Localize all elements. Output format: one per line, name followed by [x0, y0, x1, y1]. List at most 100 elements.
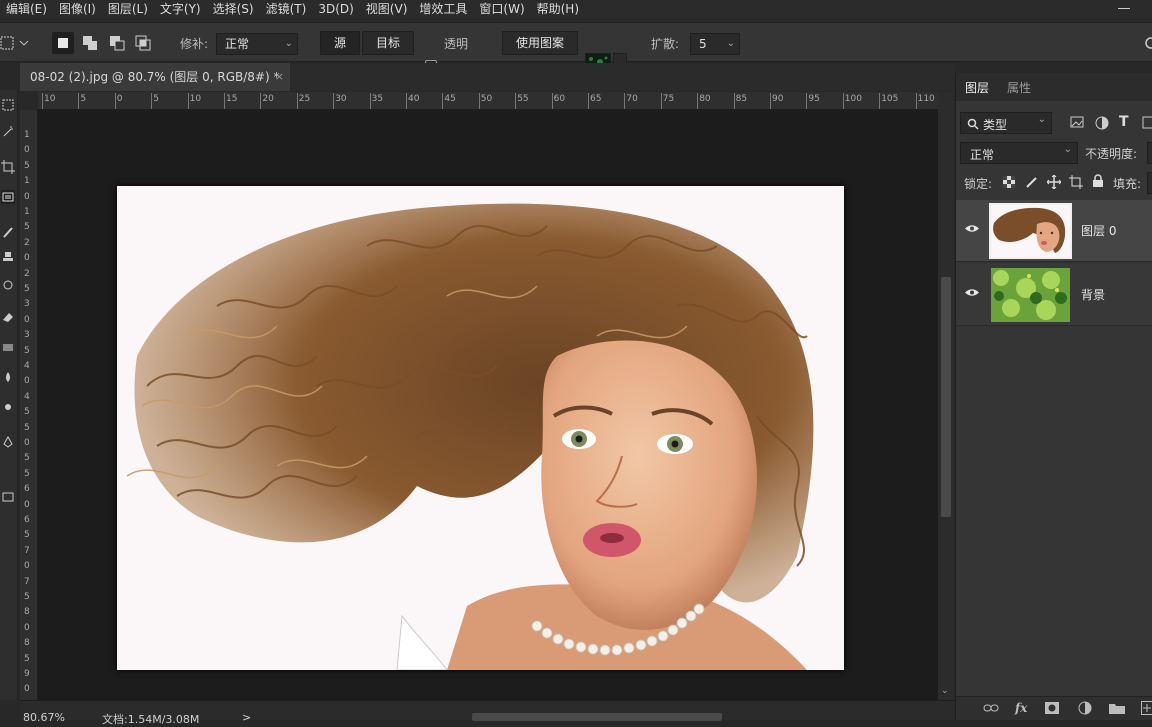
selection-new-icon[interactable]: [52, 32, 74, 54]
brush-tool-icon[interactable]: [1, 225, 15, 239]
document-tab[interactable]: 08-02 (2).jpg @ 80.7% (图层 0, RGB/8#) * ×: [20, 63, 290, 91]
ruler-label: 75: [663, 94, 674, 104]
patch-tool-preset-icon[interactable]: [0, 34, 30, 52]
ruler-label: 5: [24, 222, 34, 232]
ruler-tick: [370, 93, 371, 109]
patch-mode-select[interactable]: 正常 ⌄: [216, 33, 298, 55]
ruler-tick: [442, 93, 443, 109]
tab-layers[interactable]: 图层: [965, 79, 989, 96]
lock-transparent-pixels-icon[interactable]: [1003, 176, 1015, 191]
zoom-level[interactable]: 80.67%: [23, 711, 65, 724]
use-pattern-button[interactable]: 使用图案: [502, 31, 578, 55]
source-button[interactable]: 源: [320, 31, 360, 55]
fill-label: 填充:: [1113, 175, 1141, 192]
ruler-label: 0: [24, 561, 34, 571]
adjustment-layer-icon[interactable]: [1078, 701, 1092, 715]
visibility-eye-icon[interactable]: [965, 288, 979, 297]
menu-item-select[interactable]: 选择(S): [207, 0, 260, 18]
ruler-label: 55: [517, 94, 528, 104]
selection-add-icon[interactable]: [79, 32, 101, 54]
new-group-icon[interactable]: [1109, 702, 1125, 714]
magic-wand-tool-icon[interactable]: [1, 124, 15, 138]
fill-input[interactable]: [1147, 172, 1152, 194]
menu-item-window[interactable]: 窗口(W): [473, 0, 530, 18]
menu-item-3d[interactable]: 3D(D): [312, 0, 359, 18]
ruler-tick: [78, 93, 79, 109]
lock-image-pixels-icon[interactable]: [1025, 175, 1039, 192]
opacity-input[interactable]: [1147, 142, 1152, 164]
menu-item-layer[interactable]: 图层(L): [102, 0, 154, 18]
ruler-label: 7: [24, 577, 34, 587]
blur-tool-icon[interactable]: [1, 370, 15, 384]
ruler-label: 2: [24, 269, 34, 279]
menu-item-plugins[interactable]: 增效工具: [413, 0, 473, 18]
patch-tool-icon[interactable]: [1, 190, 15, 204]
ruler-label: 3: [24, 299, 34, 309]
lock-artboard-icon[interactable]: [1069, 175, 1083, 192]
menu-item-view[interactable]: 视图(V): [360, 0, 414, 18]
ruler-label: 85: [736, 94, 747, 104]
filter-adjustment-layer-icon[interactable]: [1095, 116, 1109, 133]
ruler-label: 4: [24, 361, 34, 371]
close-tab-icon[interactable]: ×: [275, 63, 284, 91]
panel-tabs: 图层 属性: [956, 73, 1152, 101]
history-brush-tool-icon[interactable]: [1, 278, 15, 292]
patch-label: 修补:: [180, 35, 208, 52]
minimize-window-icon[interactable]: [1112, 0, 1138, 18]
layer-thumbnail-layer0: [989, 203, 1072, 259]
filter-type-layer-icon[interactable]: T: [1119, 114, 1129, 130]
add-mask-icon[interactable]: [1045, 702, 1059, 714]
filter-pixel-layer-icon[interactable]: [1070, 116, 1084, 131]
ruler-label: 5: [24, 530, 34, 540]
layer-filter-select[interactable]: 类型 ⌄: [960, 112, 1052, 134]
ruler-label: 80: [699, 94, 710, 104]
eraser-tool-icon[interactable]: [1, 310, 15, 324]
filter-shape-layer-icon[interactable]: [1142, 116, 1152, 132]
diffusion-value: 5: [699, 37, 707, 51]
menu-item-help[interactable]: 帮助(H): [531, 0, 585, 18]
marquee-tool-icon[interactable]: [1, 98, 15, 112]
menu-item-edit[interactable]: 编辑(E): [0, 0, 53, 18]
menu-item-image[interactable]: 图像(I): [53, 0, 102, 18]
chevron-down-icon: ⌄: [285, 34, 293, 54]
vertical-scrollbar-thumb[interactable]: [941, 277, 951, 517]
tab-properties[interactable]: 属性: [1007, 79, 1031, 96]
crop-tool-icon[interactable]: [1, 160, 15, 174]
new-layer-icon[interactable]: [1141, 701, 1152, 715]
clone-stamp-tool-icon[interactable]: [1, 250, 15, 264]
ruler-label: 0: [117, 94, 123, 104]
status-menu-arrow-icon[interactable]: >: [242, 711, 251, 724]
vertical-scrollbar[interactable]: ⌄: [938, 92, 954, 700]
vertical-ruler: 105101520253035404550556065707580859095: [20, 110, 38, 700]
lock-all-icon[interactable]: [1092, 174, 1104, 191]
menu-item-type[interactable]: 文字(Y): [154, 0, 207, 18]
ruler-label: 0: [24, 438, 34, 448]
layer-name-background[interactable]: 背景: [1081, 286, 1105, 303]
horizontal-ruler: 1050510152025303540455055606570758085909…: [38, 92, 938, 110]
document-image[interactable]: [117, 186, 844, 670]
diffusion-select[interactable]: 5 ⌄: [690, 33, 740, 55]
scroll-down-arrow-icon[interactable]: ⌄: [941, 686, 949, 696]
selection-intersect-icon[interactable]: [132, 32, 154, 54]
dodge-tool-icon[interactable]: [1, 400, 15, 414]
target-button[interactable]: 目标: [362, 31, 414, 55]
menu-item-filter[interactable]: 滤镜(T): [260, 0, 313, 18]
chevron-down-icon: ⌄: [1038, 114, 1046, 125]
selection-subtract-icon[interactable]: [106, 32, 128, 54]
canvas-area[interactable]: [38, 110, 938, 700]
ruler-tick: [42, 93, 43, 109]
ruler-tick: [151, 93, 152, 109]
blend-mode-select[interactable]: 正常 ⌄: [960, 142, 1078, 164]
layer-row-background[interactable]: 背景: [956, 264, 1152, 326]
layer-name-layer0[interactable]: 图层 0: [1081, 222, 1116, 239]
pen-tool-icon[interactable]: [1, 435, 15, 449]
ruler-label: 10: [190, 94, 201, 104]
link-layers-icon[interactable]: [983, 703, 999, 713]
layer-row-layer0[interactable]: 图层 0: [956, 200, 1152, 262]
visibility-eye-icon[interactable]: [965, 224, 979, 233]
search-icon[interactable]: [1142, 35, 1152, 53]
screen-mode-icon[interactable]: [1, 490, 15, 504]
lock-position-icon[interactable]: [1047, 175, 1061, 192]
gradient-tool-icon[interactable]: [1, 340, 15, 354]
fx-icon[interactable]: fx: [1015, 701, 1027, 715]
